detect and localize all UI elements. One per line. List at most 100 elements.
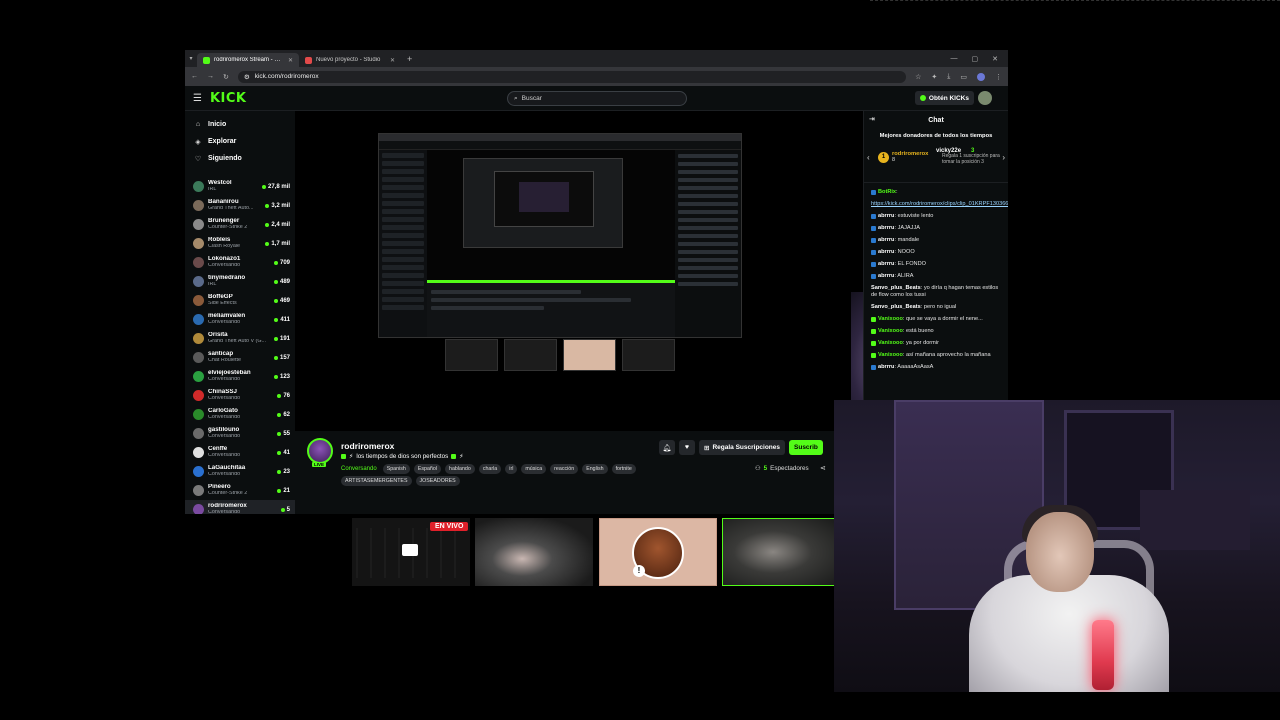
- chat-username[interactable]: abrrru: [878, 261, 894, 267]
- stream-category[interactable]: Conversando: [341, 466, 377, 472]
- sidebar-channel-item[interactable]: ChinaSSJ Conversando 76: [185, 386, 295, 405]
- new-tab-icon[interactable]: +: [401, 54, 418, 64]
- share-icon[interactable]: ⋖: [820, 464, 826, 472]
- profile-avatar[interactable]: [977, 72, 985, 81]
- chat-username[interactable]: Vanixooo: [878, 352, 903, 358]
- sidebar-channel-item[interactable]: gastilouno Conversando 55: [185, 424, 295, 443]
- chat-username[interactable]: Sanvo_plus_Beats: [871, 304, 921, 310]
- sidebar-channel-item[interactable]: CarloGato Conversando 62: [185, 405, 295, 424]
- url-field[interactable]: ⚙ kick.com/rodriromerox: [237, 70, 907, 83]
- sidebar-channel-item[interactable]: Lokonazo1 Conversando 709: [185, 253, 295, 272]
- chat-username[interactable]: abrrru: [878, 249, 894, 255]
- stream-tag[interactable]: Spanish: [382, 464, 410, 474]
- chat-username[interactable]: abrrru: [878, 237, 894, 243]
- sidebar-channel-item[interactable]: meliamvalen Conversando 411: [185, 310, 295, 329]
- kick-logo[interactable]: KICK: [210, 91, 247, 106]
- sidebar-channel-item[interactable]: Westcol IRL 27,8 mil: [185, 177, 295, 196]
- chat-link[interactable]: https://kick.com/rodriromerox/clips/clip…: [871, 201, 1008, 207]
- hamburger-menu-icon[interactable]: ☰: [193, 93, 202, 104]
- stream-tag[interactable]: hablando: [445, 464, 475, 474]
- collapse-chat-icon[interactable]: ⇥: [869, 115, 875, 123]
- warning-icon: !: [633, 565, 645, 577]
- stream-tag[interactable]: English: [582, 464, 608, 474]
- channel-name[interactable]: rodriromerox: [341, 441, 394, 451]
- sidebar-channel-item[interactable]: Pineero Counter-Strike 2 21: [185, 481, 295, 500]
- sidebar-channel-item[interactable]: Bananirou Grand Theft Auto... 3,2 mil: [185, 196, 295, 215]
- cast-icon[interactable]: ▭: [960, 73, 967, 81]
- close-icon[interactable]: ✕: [390, 57, 395, 64]
- chat-username[interactable]: Sanvo_plus_Beats: [871, 285, 921, 291]
- chat-username[interactable]: Vanixooo: [878, 316, 903, 322]
- sidebar-channel-item[interactable]: santicap Chat Roulette 157: [185, 348, 295, 367]
- search-input[interactable]: ⌕ Buscar: [507, 91, 687, 106]
- nav-siguiendo[interactable]: ♡ Siguiendo: [185, 150, 295, 167]
- follow-heart-icon[interactable]: ♥: [679, 440, 695, 455]
- stream-tag[interactable]: música: [521, 464, 547, 474]
- nav-inicio[interactable]: ⌂ Inicio: [185, 116, 295, 133]
- bookmark-star-icon[interactable]: ☆: [915, 73, 921, 81]
- nav-explorar[interactable]: ◈ Explorar: [185, 133, 295, 150]
- sidebar-channel-item[interactable]: tinymedrano IRL 489: [185, 272, 295, 291]
- minimize-icon[interactable]: —: [951, 55, 958, 63]
- stream-tag[interactable]: ARTISTASEMERGENTES: [341, 476, 412, 486]
- chat-username[interactable]: abrrru: [878, 273, 894, 279]
- viewer-count: 1,7 mil: [271, 240, 290, 247]
- user-badge-icon: [871, 213, 876, 219]
- maximize-icon[interactable]: ▢: [972, 55, 979, 63]
- thumbnail-desktop[interactable]: EN VIVO: [352, 518, 470, 586]
- tab-studio[interactable]: Nuevo proyecto - Studio ✕: [299, 53, 401, 67]
- subscribe-button[interactable]: Suscrib: [789, 440, 823, 455]
- close-icon[interactable]: ✕: [288, 57, 293, 64]
- donor-name[interactable]: rodriromerox: [892, 151, 928, 157]
- tab-kick-stream[interactable]: rodriromerox Stream - Watch ✕: [197, 53, 299, 67]
- back-icon[interactable]: ←: [191, 73, 198, 80]
- thumbnail-avatar[interactable]: !: [599, 518, 717, 586]
- thumbnail-streamer[interactable]: [475, 518, 593, 586]
- user-badge-icon: [871, 237, 876, 243]
- forward-icon[interactable]: →: [207, 73, 214, 80]
- stream-tag[interactable]: reacción: [550, 464, 579, 474]
- channel-avatar: [193, 466, 204, 477]
- chat-username[interactable]: abrrru: [878, 213, 894, 219]
- stream-tag[interactable]: Español: [413, 464, 442, 474]
- sidebar-channel-item[interactable]: Brunenger Counter-Strike 2 2,4 mil: [185, 215, 295, 234]
- live-dot-icon: [277, 488, 282, 493]
- sidebar-channel-item[interactable]: elviejoesteban Conversando 123: [185, 367, 295, 386]
- extensions-icon[interactable]: ✦: [931, 73, 937, 81]
- sidebar-channel-item[interactable]: BoffeGP Side Effects 469: [185, 291, 295, 310]
- chat-username[interactable]: Vanixooo: [878, 340, 903, 346]
- live-dot-icon: [274, 317, 279, 322]
- channel-avatar[interactable]: [307, 438, 333, 464]
- sidebar-channel-item[interactable]: Orisita Grand Theft Auto V (G... 191: [185, 329, 295, 348]
- chevron-right-icon[interactable]: ›: [1002, 153, 1005, 162]
- chat-username[interactable]: abrrru: [878, 225, 894, 231]
- sidebar-channel-item[interactable]: LaGauchitaa Conversando 23: [185, 462, 295, 481]
- stream-actions: 🔔︎ ♥ ⊞ Regala Suscripciones Suscrib: [659, 440, 823, 455]
- download-icon[interactable]: ⤓: [947, 73, 950, 81]
- chat-username[interactable]: Vanixooo: [878, 328, 903, 334]
- user-avatar[interactable]: [978, 91, 992, 105]
- reload-icon[interactable]: ↻: [223, 73, 229, 81]
- tab-search-icon[interactable]: ▾: [185, 55, 197, 62]
- stream-tag[interactable]: charla: [478, 464, 502, 474]
- get-kicks-button[interactable]: Obtén KICKs: [914, 91, 974, 105]
- menu-dots-icon[interactable]: ⋮: [995, 73, 1002, 81]
- chat-username[interactable]: abrrru: [878, 364, 894, 370]
- channel-viewers: 3,2 mil: [265, 203, 290, 209]
- stream-tag[interactable]: fortnite: [611, 464, 636, 474]
- sidebar-channel-item[interactable]: Robleis Clash Royale 1,7 mil: [185, 234, 295, 253]
- stream-tag[interactable]: irl: [505, 464, 518, 474]
- sidebar-channel-item[interactable]: Cenffe Conversando 41: [185, 443, 295, 462]
- video-player[interactable]: [295, 111, 863, 431]
- gift-subs-button[interactable]: ⊞ Regala Suscripciones: [699, 440, 786, 455]
- sidebar-channel-item[interactable]: rodriromerox Conversando 5: [185, 500, 295, 514]
- site-info-icon[interactable]: ⚙: [244, 73, 250, 81]
- close-window-icon[interactable]: ✕: [992, 55, 998, 63]
- thumbnail-face[interactable]: [722, 518, 835, 586]
- stream-screen-capture: [378, 133, 742, 338]
- stream-tag[interactable]: JOSEADORES: [415, 476, 460, 486]
- chevron-left-icon[interactable]: ‹: [867, 153, 870, 162]
- viewer-count: 21: [283, 487, 290, 494]
- chat-username[interactable]: BotRix: [878, 189, 896, 195]
- notification-bell-icon[interactable]: 🔔︎: [659, 440, 675, 455]
